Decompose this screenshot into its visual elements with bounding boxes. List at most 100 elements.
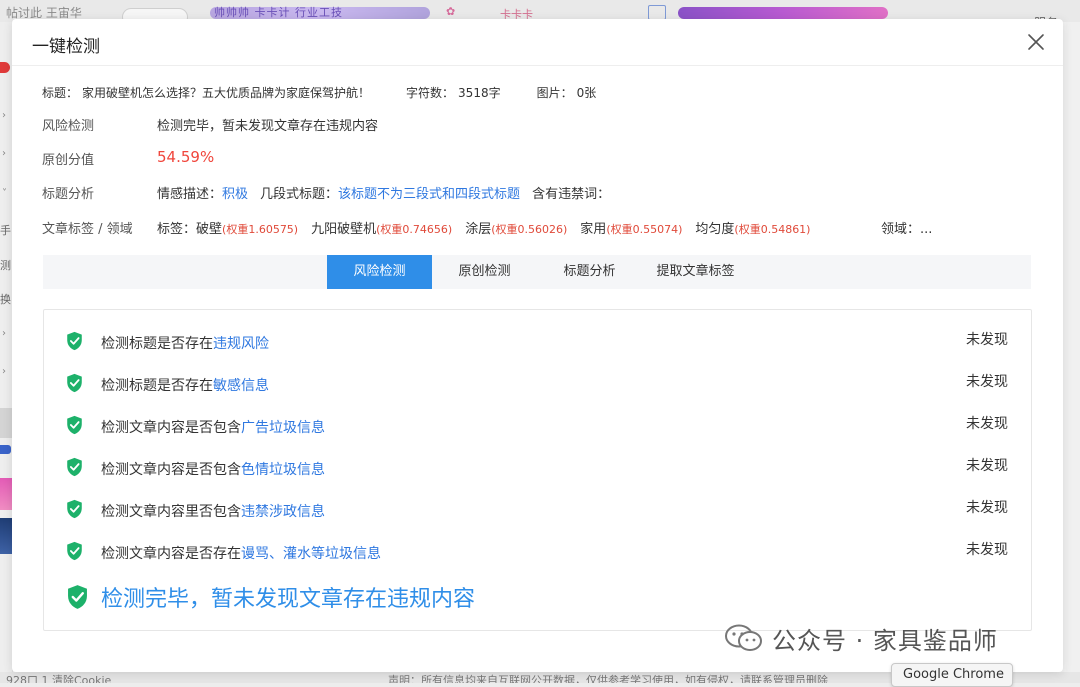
tab-extract-tags[interactable]: 提取文章标签: [642, 255, 749, 289]
image-count-value: 0张: [576, 86, 597, 100]
tab-originality[interactable]: 原创检测: [432, 255, 537, 289]
chevron-right-icon: ›: [2, 328, 6, 339]
tag-weight: (权重1.60575): [222, 223, 299, 236]
tab-title-analysis[interactable]: 标题分析: [537, 255, 642, 289]
originality-label: 原创分值: [42, 153, 95, 168]
tag-weight: (权重0.56026): [491, 223, 568, 236]
shield-check-icon: [65, 499, 84, 519]
check-row: 检测标题是否存在敏感信息 未发现: [44, 369, 1031, 399]
wechat-icon: [724, 624, 764, 652]
background-thumbnail: [0, 478, 12, 510]
final-result-row: 检测完毕，暂未发现文章存在违规内容: [44, 579, 1031, 615]
shield-check-icon: [65, 415, 84, 435]
close-icon: [1028, 34, 1044, 50]
browser-tooltip: Google Chrome: [891, 663, 1013, 687]
risk-value: 检测完毕，暂未发现文章存在违规内容: [157, 119, 379, 134]
tag-name: 破壁: [196, 222, 223, 237]
tag-name: 九阳破壁机: [311, 222, 377, 237]
tag-name: 家用: [580, 222, 607, 237]
tag-item: 九阳破壁机(权重0.74656): [311, 222, 452, 237]
check-highlight: 敏感信息: [213, 378, 269, 394]
tags-values: 标签：破壁(权重1.60575) 九阳破壁机(权重0.74656) 涂层(权重0.5…: [157, 218, 823, 237]
title-analysis-label: 标题分析: [42, 187, 95, 202]
background-footer-left: 928口 1 清除Cookie: [6, 674, 112, 683]
check-highlight: 违禁涉政信息: [241, 504, 325, 520]
originality-score: 54.59%: [157, 148, 215, 166]
article-info-row: 标题： 家用破壁机怎么选择？五大优质品牌为家庭保驾护航！ 字符数： 3518字 图片： 0…: [42, 84, 600, 101]
chevron-down-icon: ˅: [2, 188, 7, 199]
check-status: 未发现: [966, 374, 1008, 390]
background-footer-notice: 声明：所有信息均来自互联网公开数据，仅供参考学习使用，如有侵权，请联系管理员删除: [388, 674, 828, 683]
check-prefix: 检测文章内容是否包含: [101, 462, 241, 478]
check-row: 检测文章内容里否包含违禁涉政信息 未发现: [44, 495, 1031, 525]
domain-field: 领域：...: [881, 218, 932, 237]
check-highlight: 谩骂、灌水等垃圾信息: [241, 546, 381, 562]
tag-weight: (权重0.54861): [734, 223, 811, 236]
check-status: 未发现: [966, 458, 1008, 474]
background-sidebar-char: 手: [0, 224, 11, 237]
check-prefix: 检测文章内容是否包含: [101, 420, 241, 436]
risk-result-panel: 检测标题是否存在违规风险 未发现 检测标题是否存在敏感信息 未发现 检测文章内容…: [43, 309, 1032, 631]
article-title: 家用破壁机怎么选择？五大优质品牌为家庭保驾护航！: [82, 86, 371, 100]
check-text: 检测标题是否存在违规风险: [101, 333, 269, 353]
check-highlight: 广告垃圾信息: [241, 420, 325, 436]
close-button[interactable]: [1025, 31, 1047, 53]
chevron-right-icon: ›: [2, 148, 6, 159]
check-highlight: 色情垃圾信息: [241, 462, 325, 478]
check-text: 检测文章内容是否包含色情垃圾信息: [101, 459, 325, 479]
segment-value: 该标题不为三段式和四段式标题: [338, 187, 521, 202]
check-prefix: 检测标题是否存在: [101, 336, 213, 352]
tag-item: 均匀度(权重0.54861): [695, 222, 810, 237]
shield-check-icon: [65, 331, 84, 351]
check-row: 检测文章内容是否存在谩骂、灌水等垃圾信息 未发现: [44, 537, 1031, 567]
tab-risk-detection[interactable]: 风险检测: [327, 255, 432, 289]
check-prefix: 检测文章内容是否存在: [101, 546, 241, 562]
check-text: 检测标题是否存在敏感信息: [101, 375, 269, 395]
background-sidebar-char: 测: [0, 259, 11, 272]
chevron-right-icon: ›: [2, 110, 6, 121]
check-status: 未发现: [966, 416, 1008, 432]
detection-modal: 一键检测 标题： 家用破壁机怎么选择？五大优质品牌为家庭保驾护航！ 字符数： 3518…: [12, 19, 1063, 672]
final-result-message: 检测完毕，暂未发现文章存在违规内容: [101, 587, 476, 612]
sentiment-label: 情感描述：: [157, 187, 223, 202]
title-analysis-values: 情感描述：积极 几段式标题：该标题不为三段式和四段式标题 含有违禁词：: [157, 183, 610, 202]
shield-check-icon: [65, 541, 84, 561]
title-label: 标题：: [42, 86, 79, 100]
new-badge: [0, 445, 11, 454]
tags-label: 文章标签 / 领域: [42, 222, 133, 237]
check-text: 检测文章内容是否包含广告垃圾信息: [101, 417, 325, 437]
chevron-right-icon: ›: [2, 366, 6, 377]
check-status: 未发现: [966, 332, 1008, 348]
check-row: 检测标题是否存在违规风险 未发现: [44, 327, 1031, 357]
watermark-text: 公众号 · 家具鉴品师: [772, 627, 998, 655]
check-row: 检测文章内容是否包含色情垃圾信息 未发现: [44, 453, 1031, 483]
check-prefix: 检测标题是否存在: [101, 378, 213, 394]
background-banner-text: 帅帅帅 卡卡计 行业工技: [214, 6, 343, 19]
background-app-icon: [648, 5, 666, 20]
tags-prefix: 标签：: [157, 222, 197, 237]
tag-weight: (权重0.74656): [376, 223, 453, 236]
shield-check-icon: [65, 457, 84, 477]
background-right-strip: [1066, 22, 1080, 682]
banned-words-label: 含有违禁词：: [532, 187, 611, 202]
check-highlight: 违规风险: [213, 336, 269, 352]
domain-label: 领域：: [881, 222, 921, 237]
background-sidebar-char: 换: [0, 293, 11, 306]
tag-name: 涂层: [465, 222, 492, 237]
tag-name: 均匀度: [695, 222, 735, 237]
image-count-label: 图片：: [536, 86, 573, 100]
segment-label: 几段式标题：: [260, 187, 339, 202]
check-text: 检测文章内容是否存在谩骂、灌水等垃圾信息: [101, 543, 381, 563]
background-thumbnail: [0, 518, 12, 554]
tag-weight: (权重0.55074): [606, 223, 683, 236]
tag-item: 家用(权重0.55074): [580, 222, 682, 237]
check-status: 未发现: [966, 542, 1008, 558]
background-sidebar-selected: [0, 408, 12, 438]
tag-item: 破壁(权重1.60575): [196, 222, 298, 237]
background-banner-right: [678, 7, 888, 19]
shield-check-icon: [65, 584, 90, 610]
tag-item: 涂层(权重0.56026): [465, 222, 567, 237]
check-row: 检测文章内容是否包含广告垃圾信息 未发现: [44, 411, 1031, 441]
detection-tabs: 风险检测 原创检测 标题分析 提取文章标签: [43, 255, 1031, 289]
check-prefix: 检测文章内容里否包含: [101, 504, 241, 520]
